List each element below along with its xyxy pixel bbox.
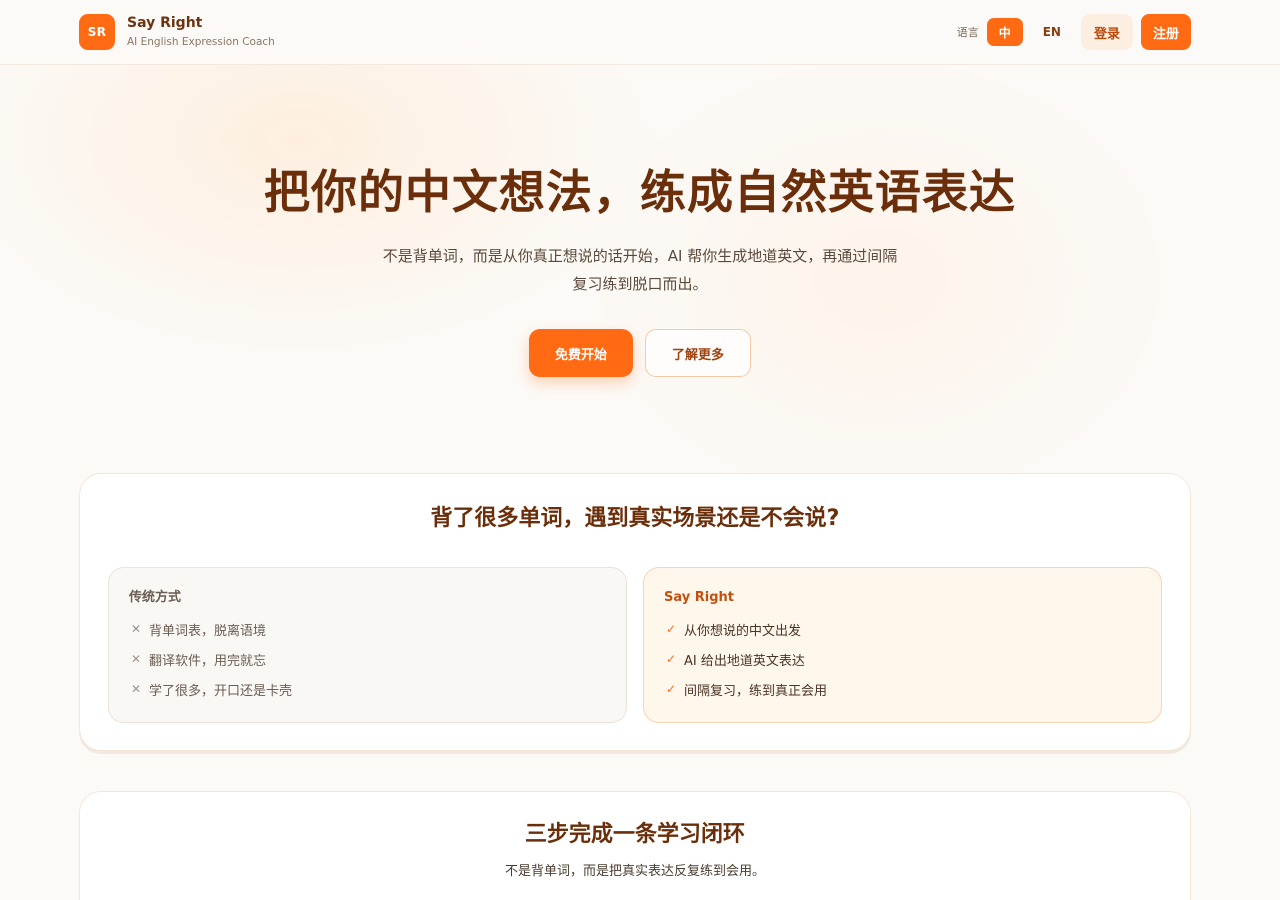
brand[interactable]: SR Say Right AI English Expression Coach [79, 14, 275, 50]
lang-en-button[interactable]: EN [1033, 18, 1071, 46]
logo-icon: SR [79, 14, 115, 50]
hero-subtitle-line-1: 不是背单词，而是从你真正想说的话开始，AI 帮你生成地道英文，再通过间隔 [382, 247, 898, 265]
check-icon: ✓ [665, 622, 677, 636]
traditional-list: ✕ 背单词表，脱离语境 ✕ 翻译软件，用完就忘 ✕ 学了很多，开口还是卡壳 [129, 614, 606, 704]
traditional-panel: 传统方式 ✕ 背单词表，脱离语境 ✕ 翻译软件，用完就忘 ✕ 学了很多，开口还是… [108, 567, 627, 723]
list-item: ✓ 间隔复习，练到真正会用 [664, 674, 1141, 704]
hero-actions: 免费开始 了解更多 [0, 329, 1280, 377]
start-free-button[interactable]: 免费开始 [529, 329, 633, 377]
sayright-title: Say Right [664, 590, 734, 605]
traditional-title: 传统方式 [129, 590, 182, 605]
sayright-item-label: 从你想说的中文出发 [684, 623, 802, 639]
sayright-item-label: 间隔复习，练到真正会用 [684, 683, 828, 699]
hero-subtitle: 不是背单词，而是从你真正想说的话开始，AI 帮你生成地道英文，再通过间隔 复习练… [340, 242, 940, 298]
signup-button[interactable]: 注册 [1140, 14, 1191, 50]
lang-zh-button[interactable]: 中 [986, 18, 1023, 46]
language-label: 语言 [956, 26, 979, 39]
brand-text: Say Right AI English Expression Coach [127, 14, 275, 50]
list-item: ✕ 学了很多，开口还是卡壳 [129, 674, 606, 704]
header-actions: 语言 中 EN 登录 注册 [957, 14, 1191, 50]
traditional-item-label: 翻译软件，用完就忘 [149, 653, 267, 669]
sayright-panel: Say Right ✓ 从你想说的中文出发 ✓ AI 给出地道英文表达 ✓ 间隔… [643, 567, 1162, 723]
top-navbar: SR Say Right AI English Expression Coach… [0, 0, 1280, 65]
brand-tagline: AI English Expression Coach [127, 36, 275, 48]
comparison-title: 背了很多单词，遇到真实场景还是不会说? [430, 506, 840, 531]
steps-title: 三步完成一条学习闭环 [524, 822, 745, 847]
check-icon: ✓ [665, 682, 677, 696]
steps-card: 三步完成一条学习闭环 不是背单词，而是把真实表达反复练到会用。 [79, 791, 1191, 900]
traditional-item-label: 学了很多，开口还是卡壳 [149, 683, 293, 699]
list-item: ✓ AI 给出地道英文表达 [664, 644, 1141, 674]
login-button[interactable]: 登录 [1080, 14, 1133, 50]
check-icon: ✓ [665, 652, 677, 666]
brand-name: Say Right [127, 15, 203, 31]
cross-icon: ✕ [130, 622, 142, 636]
list-item: ✓ 从你想说的中文出发 [664, 614, 1141, 644]
sayright-item-label: AI 给出地道英文表达 [684, 653, 805, 669]
steps-subtitle: 不是背单词，而是把真实表达反复练到会用。 [504, 864, 765, 879]
hero-title: 把你的中文想法，练成自然英语表达 [264, 165, 1016, 219]
hero-subtitle-line-2: 复习练到脱口而出。 [572, 275, 708, 293]
traditional-item-label: 背单词表，脱离语境 [149, 623, 267, 639]
list-item: ✕ 翻译软件，用完就忘 [129, 644, 606, 674]
learn-more-button[interactable]: 了解更多 [645, 329, 751, 377]
cross-icon: ✕ [130, 682, 142, 696]
sayright-list: ✓ 从你想说的中文出发 ✓ AI 给出地道英文表达 ✓ 间隔复习，练到真正会用 [664, 614, 1141, 704]
comparison-card: 背了很多单词，遇到真实场景还是不会说? 传统方式 ✕ 背单词表，脱离语境 ✕ 翻… [79, 473, 1191, 751]
cross-icon: ✕ [130, 652, 142, 666]
list-item: ✕ 背单词表，脱离语境 [129, 614, 606, 644]
